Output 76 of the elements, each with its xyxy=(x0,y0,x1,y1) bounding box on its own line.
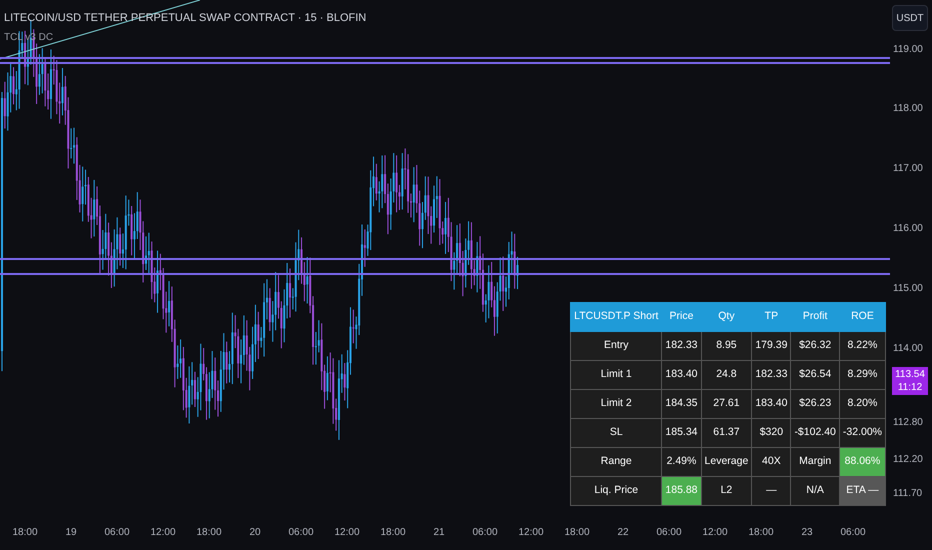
table-cell: 2.49% xyxy=(662,448,702,476)
table-cell: ETA — xyxy=(839,476,886,506)
table-cell: 24.8 xyxy=(701,360,752,390)
time-label: 06:00 xyxy=(471,526,499,540)
time-label: 06:00 xyxy=(655,526,683,540)
price-label: 114.00 xyxy=(893,342,923,356)
table-cell: 61.37 xyxy=(701,418,752,448)
table-cell: 8.20% xyxy=(839,390,886,418)
table-cell: -32.00% xyxy=(839,418,886,448)
price-label: 115.00 xyxy=(893,282,923,296)
table-cell: $26.54 xyxy=(790,360,840,390)
table-cell: Margin xyxy=(790,448,840,476)
column-header: TP xyxy=(752,302,791,332)
table-cell: 8.22% xyxy=(839,332,886,360)
time-label: 12:00 xyxy=(701,526,729,540)
time-label: 12:00 xyxy=(149,526,177,540)
table-cell: 40X xyxy=(752,448,791,476)
table-cell: -$102.40 xyxy=(790,418,840,448)
price-label: 116.00 xyxy=(893,222,923,236)
horizontal-level-line[interactable] xyxy=(0,273,890,275)
time-label: 19 xyxy=(64,526,78,540)
time-label: 06:00 xyxy=(287,526,315,540)
currency-button[interactable]: USDT xyxy=(892,5,928,31)
horizontal-level-line[interactable] xyxy=(0,258,890,260)
current-price: 113.54 xyxy=(895,368,925,381)
trend-line[interactable] xyxy=(0,0,200,60)
table-cell: SL xyxy=(570,418,662,448)
time-label: 18:00 xyxy=(747,526,775,540)
time-label: 20 xyxy=(248,526,262,540)
table-cell: 182.33 xyxy=(662,332,702,360)
column-header: Qty xyxy=(701,302,752,332)
table-cell: Liq. Price xyxy=(570,476,662,506)
candle-countdown: 11:12 xyxy=(898,381,922,394)
price-label: 112.80 xyxy=(893,416,923,430)
column-header: LTCUSDT.P Short xyxy=(570,302,662,332)
time-label: 18:00 xyxy=(379,526,407,540)
price-label: 117.00 xyxy=(893,162,923,176)
time-label: 12:00 xyxy=(517,526,545,540)
table-cell: Leverage xyxy=(701,448,752,476)
table-cell: L2 xyxy=(701,476,752,506)
table-cell: 8.95 xyxy=(701,332,752,360)
time-label: 18:00 xyxy=(11,526,39,540)
table-cell: $26.23 xyxy=(790,390,840,418)
price-label: 119.00 xyxy=(893,43,923,57)
table-cell: 183.40 xyxy=(752,390,791,418)
column-header: ROE xyxy=(839,302,886,332)
table-cell: 179.39 xyxy=(752,332,791,360)
time-label: 18:00 xyxy=(195,526,223,540)
time-label: 12:00 xyxy=(333,526,361,540)
time-label: 18:00 xyxy=(563,526,591,540)
table-cell: 184.35 xyxy=(662,390,702,418)
table-cell: 88.06% xyxy=(839,448,886,476)
table-cell: Limit 1 xyxy=(570,360,662,390)
table-cell: Limit 2 xyxy=(570,390,662,418)
price-label: 111.70 xyxy=(893,487,922,501)
time-label: 22 xyxy=(616,526,630,540)
price-label: 118.00 xyxy=(893,102,923,116)
column-header: Profit xyxy=(790,302,840,332)
price-label: 112.20 xyxy=(893,453,923,467)
table-cell: 185.34 xyxy=(662,418,702,448)
table-cell: $320 xyxy=(752,418,791,448)
table-cell: 27.61 xyxy=(701,390,752,418)
column-header: Price xyxy=(662,302,702,332)
time-label: 06:00 xyxy=(103,526,131,540)
table-cell: Range xyxy=(570,448,662,476)
table-cell: Entry xyxy=(570,332,662,360)
time-label: 23 xyxy=(800,526,814,540)
table-cell: 185.88 xyxy=(662,476,702,506)
time-label: 21 xyxy=(432,526,446,540)
table-cell: 182.33 xyxy=(752,360,791,390)
table-cell: $26.32 xyxy=(790,332,840,360)
table-cell: — xyxy=(752,476,791,506)
time-label: 06:00 xyxy=(839,526,867,540)
table-cell: 183.40 xyxy=(662,360,702,390)
table-cell: N/A xyxy=(790,476,840,506)
table-cell: 8.29% xyxy=(839,360,886,390)
